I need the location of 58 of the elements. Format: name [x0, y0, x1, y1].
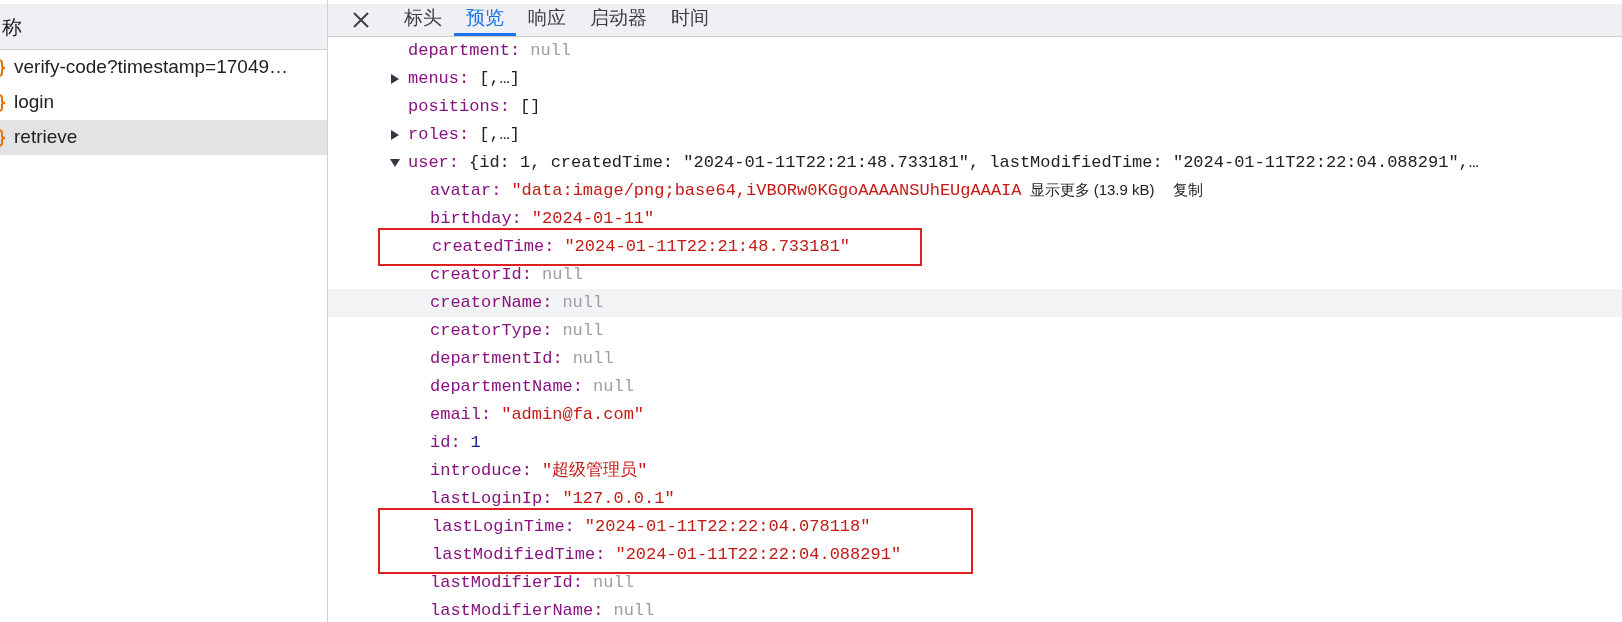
property-key: introduce: [430, 457, 533, 484]
property-key: lastLoginTime: [432, 513, 575, 540]
caret-right-icon[interactable] [390, 73, 400, 84]
property-key: creatorType: [430, 317, 553, 344]
property-value: "127.0.0.1" [562, 487, 675, 510]
property-value: null [593, 375, 634, 398]
property-value: "2024-01-11T22:21:48.733181" [564, 235, 851, 258]
caret-right-icon[interactable] [390, 129, 400, 140]
request-row[interactable]: retrieve [0, 120, 327, 155]
property-value: null [542, 263, 583, 286]
caret-down-icon[interactable] [390, 157, 400, 168]
property-value: null [562, 319, 604, 342]
close-icon[interactable] [352, 10, 370, 29]
property-value: "2024-01-11T22:22:04.088291" [615, 543, 902, 566]
property-value: "2024-01-11" [531, 207, 655, 230]
property-value: [,…] [479, 67, 521, 90]
property-value: "超级管理员" [542, 459, 648, 482]
column-header: 称 [2, 14, 22, 40]
property-key: createdTime: [432, 233, 555, 260]
request-name: verify-code?timestamp=17049… [14, 55, 289, 80]
property-value: null [613, 599, 655, 622]
property-key: departmentName: [430, 373, 584, 400]
property-value: "2024-01-11T22:22:04.078118" [584, 515, 871, 538]
property-value: "admin@fa.com" [501, 403, 645, 426]
property-key: id: [430, 429, 461, 456]
panel-tab[interactable]: 启动器 [578, 4, 659, 36]
property-value: null [530, 39, 572, 62]
property-value: [] [520, 95, 541, 118]
copy-button[interactable]: 复制 [1172, 179, 1203, 202]
property-value: [,…] [479, 123, 521, 146]
request-name: retrieve [14, 125, 78, 150]
property-key: avatar: [430, 177, 502, 204]
property-key: user: [408, 149, 459, 176]
property-key: lastModifiedTime: [432, 541, 606, 568]
property-key: lastLoginIp: [430, 485, 553, 512]
property-value: null [572, 347, 614, 370]
property-value: null [562, 291, 604, 314]
property-value: 1 [470, 431, 481, 454]
property-key: email: [430, 401, 492, 428]
property-key: lastModifierId: [430, 569, 584, 596]
property-key: creatorName: [430, 289, 553, 316]
panel-tab[interactable]: 预览 [454, 4, 516, 36]
property-key: positions: [408, 93, 511, 120]
property-value: "data:image/png;base64,iVBORw0KGgoAAAANSUhEUgAAAIA [511, 179, 1022, 202]
property-key: department: [408, 37, 521, 64]
property-key: lastModifierName: [430, 597, 604, 622]
request-name: login [14, 90, 55, 115]
property-key: creatorId: [430, 261, 533, 288]
panel-tab[interactable]: 时间 [659, 4, 721, 36]
property-value: {id: 1, createdTime: "2024-01-11T22:21:48.733181", lastModifiedTime: "2024-01-11T22:22:04.088291",… [469, 151, 1479, 174]
show-more-button[interactable]: 显示更多 (13.9 kB) [1029, 179, 1155, 202]
property-key: roles: [408, 121, 470, 148]
property-key: menus: [408, 65, 470, 92]
property-value: null [593, 571, 634, 594]
property-key: departmentId: [430, 345, 563, 372]
property-key: birthday: [430, 205, 522, 232]
panel-tab[interactable]: 标头 [392, 4, 454, 36]
panel-tab[interactable]: 响应 [516, 4, 578, 36]
